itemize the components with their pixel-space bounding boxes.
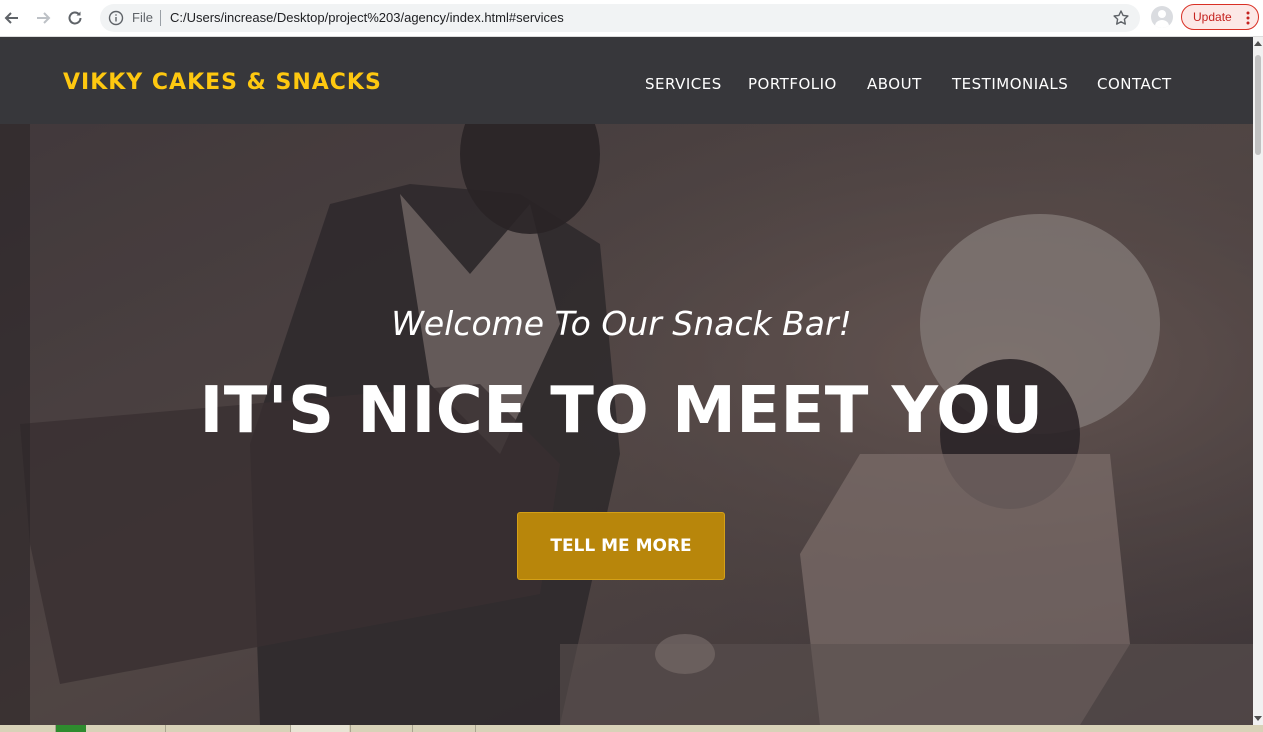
browser-toolbar: File C:/Users/increase/Desktop/project%2… [0,0,1263,37]
taskbar-item[interactable] [412,725,473,732]
forward-button[interactable] [31,6,55,30]
hero-title: IT'S NICE TO MEET YOU [199,374,1044,448]
kebab-icon [1246,11,1250,25]
nav-item-services[interactable]: SERVICES [645,75,722,93]
taskbar-item[interactable] [475,725,531,732]
update-label: Update [1193,10,1232,24]
nav-item-portfolio[interactable]: PORTFOLIO [748,75,837,93]
reload-button[interactable] [63,6,87,30]
taskbar-item[interactable] [350,725,411,732]
hero-section: Welcome To Our Snack Bar! IT'S NICE TO M… [0,124,1253,725]
arrow-right-icon [37,12,51,24]
brand-logo[interactable]: VIKKY CAKES & SNACKS [63,70,382,95]
file-scheme-label: File [132,10,153,25]
address-separator [160,10,161,26]
star-icon[interactable] [1112,9,1130,27]
scroll-up-arrow[interactable] [1254,41,1262,46]
arrow-left-icon [4,12,18,24]
avatar-icon[interactable] [1151,6,1173,28]
scroll-thumb[interactable] [1255,55,1261,155]
nav-item-contact[interactable]: CONTACT [1097,75,1172,93]
tell-me-more-button[interactable]: TELL ME MORE [517,512,725,580]
taskbar-item[interactable] [290,725,349,732]
back-button[interactable] [0,6,24,30]
nav-item-about[interactable]: ABOUT [867,75,922,93]
address-bar[interactable]: File C:/Users/increase/Desktop/project%2… [100,4,1140,32]
site-navbar: VIKKY CAKES & SNACKS SERVICES PORTFOLIO … [0,37,1253,124]
page-scrollbar[interactable] [1253,37,1263,725]
os-taskbar [0,725,1263,732]
hero-subtitle: Welcome To Our Snack Bar! [391,304,852,343]
reload-icon [68,11,82,25]
update-button[interactable]: Update [1181,4,1259,30]
url-text[interactable]: C:/Users/increase/Desktop/project%203/ag… [170,10,564,25]
nav-item-testimonials[interactable]: TESTIMONIALS [952,75,1068,93]
taskbar-start-button[interactable] [55,725,86,732]
scroll-down-arrow[interactable] [1254,716,1262,721]
info-circle-icon[interactable] [108,10,124,26]
taskbar-item[interactable] [165,725,221,732]
